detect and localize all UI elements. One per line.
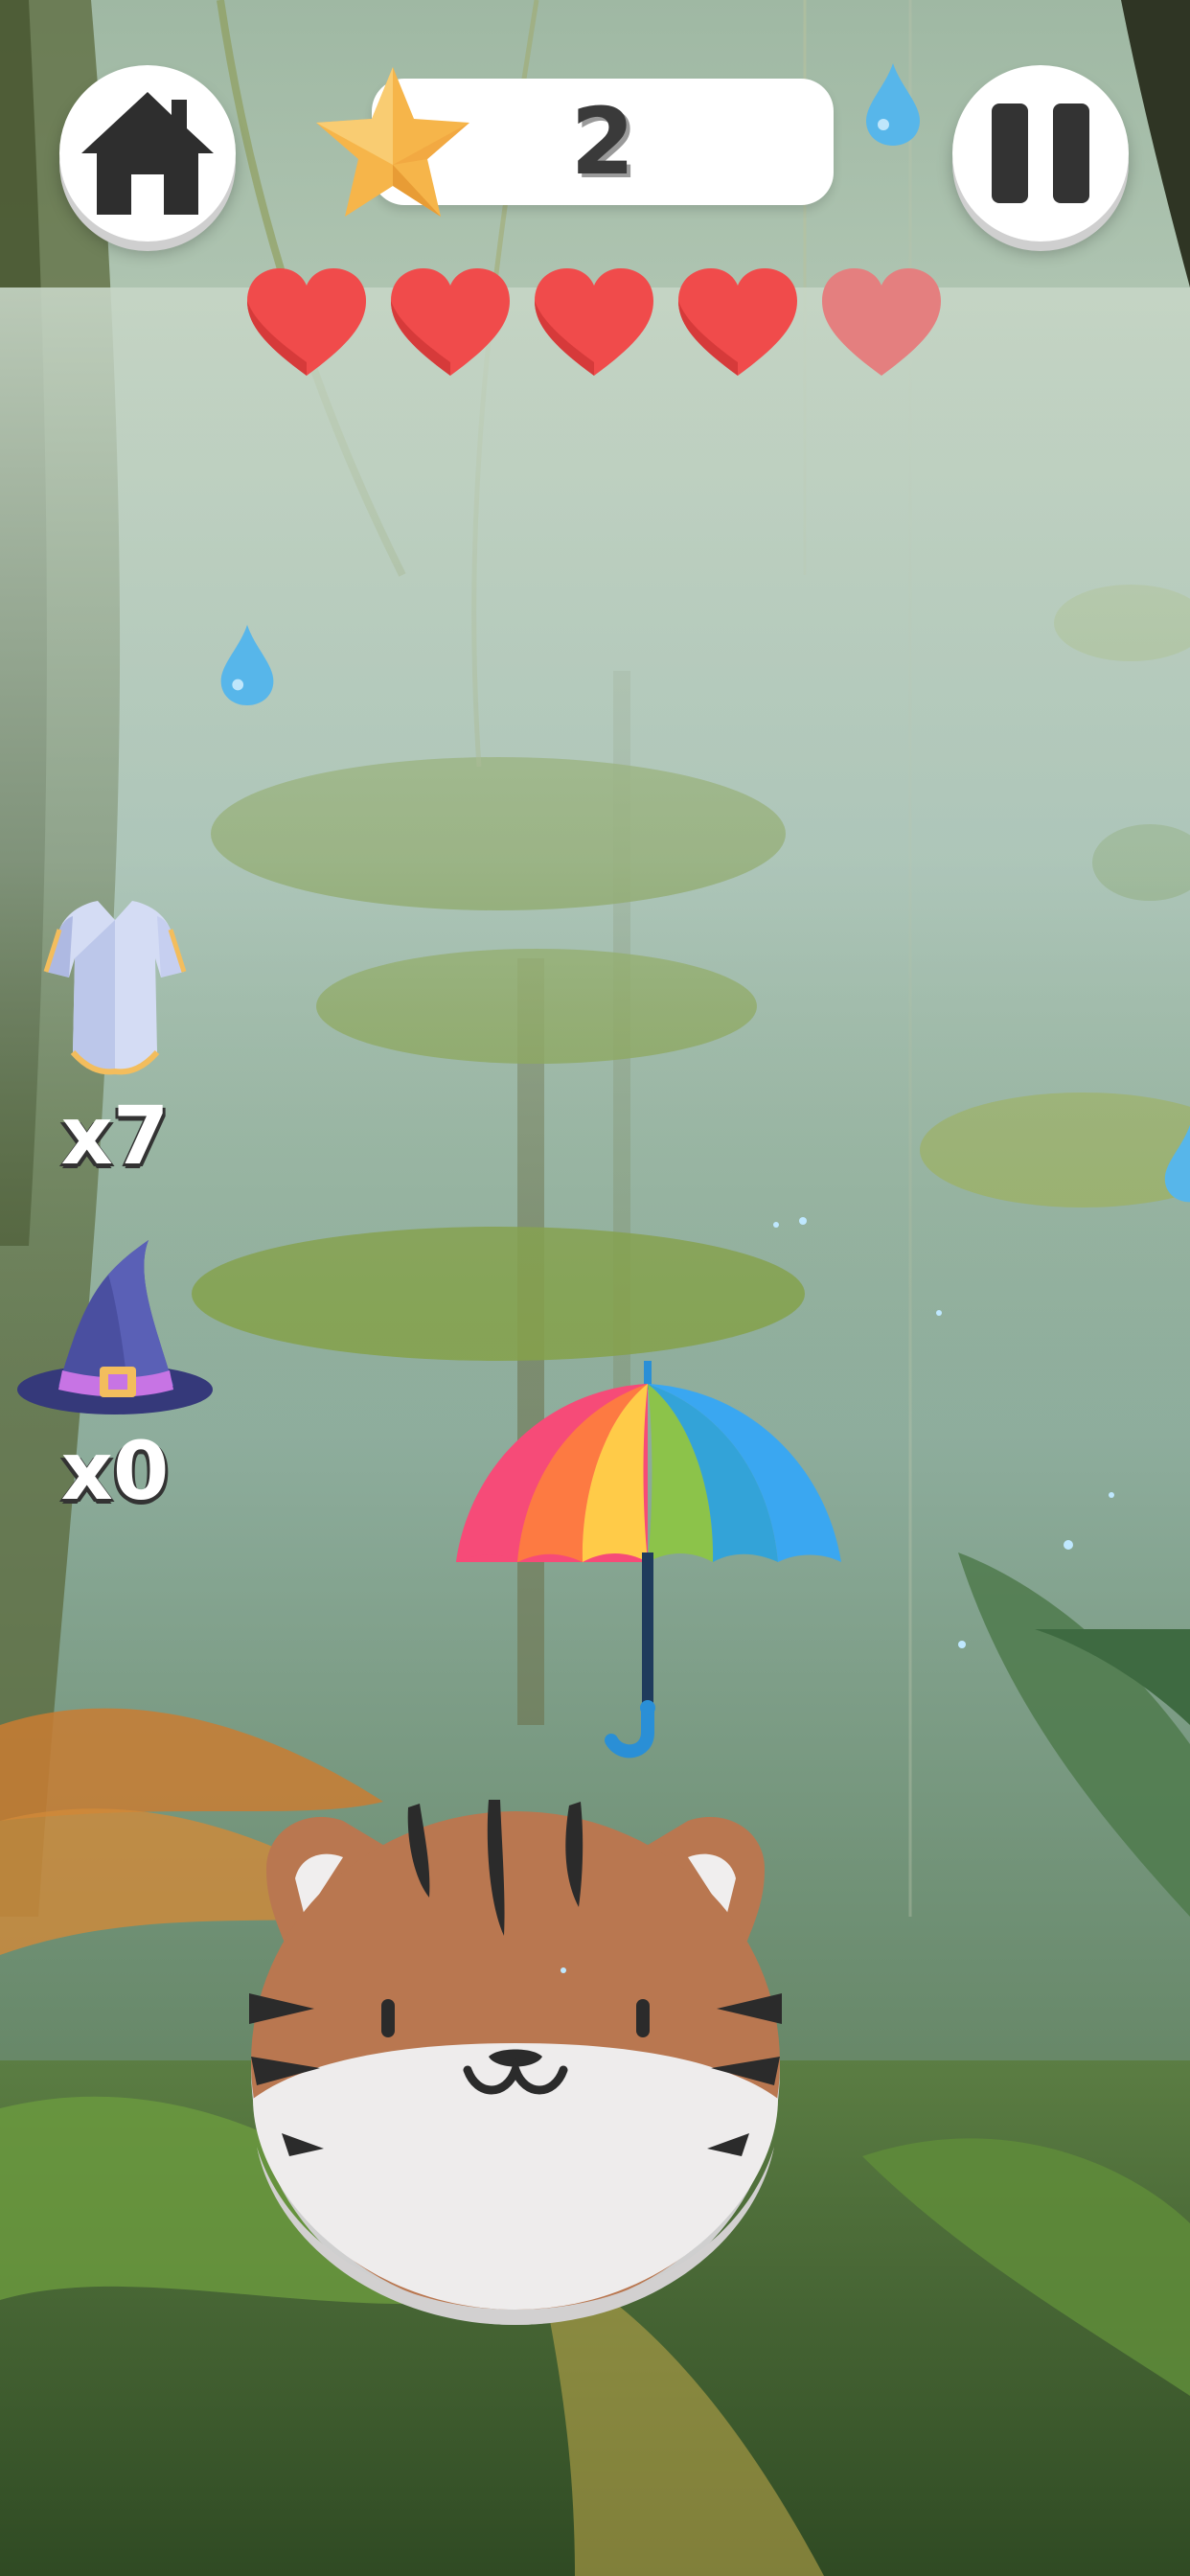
- lives-hearts: [245, 266, 943, 380]
- raindrop-icon: [1164, 1124, 1190, 1203]
- score-value: 2: [570, 88, 635, 196]
- heart-icon: [535, 268, 653, 376]
- star-icon: [316, 67, 469, 217]
- raindrop-icon: [220, 624, 274, 706]
- armor-count: x7: [60, 1089, 170, 1183]
- armor-powerup[interactable]: x7: [10, 891, 220, 1183]
- armor-icon: [43, 901, 187, 1075]
- tiger-character[interactable]: [247, 1792, 784, 2329]
- wizard-hat-powerup[interactable]: x0: [10, 1236, 220, 1518]
- rainbow-umbrella: [456, 1361, 841, 1759]
- pause-icon-bar-right: [1053, 104, 1089, 203]
- home-icon: [81, 92, 214, 215]
- wizard-hat-count: x0: [60, 1424, 170, 1518]
- pause-button[interactable]: [952, 65, 1129, 242]
- heart-icon: [678, 268, 797, 376]
- raindrop-icon: [866, 63, 920, 146]
- heart-icon: [391, 268, 510, 376]
- wizard-hat-icon: [17, 1240, 213, 1414]
- heart-icon-faded: [822, 268, 941, 376]
- heart-icon: [247, 268, 366, 376]
- home-button[interactable]: [59, 65, 236, 242]
- pause-icon-bar-left: [992, 104, 1028, 203]
- game-scene: 2 x7 x0: [0, 0, 1190, 2576]
